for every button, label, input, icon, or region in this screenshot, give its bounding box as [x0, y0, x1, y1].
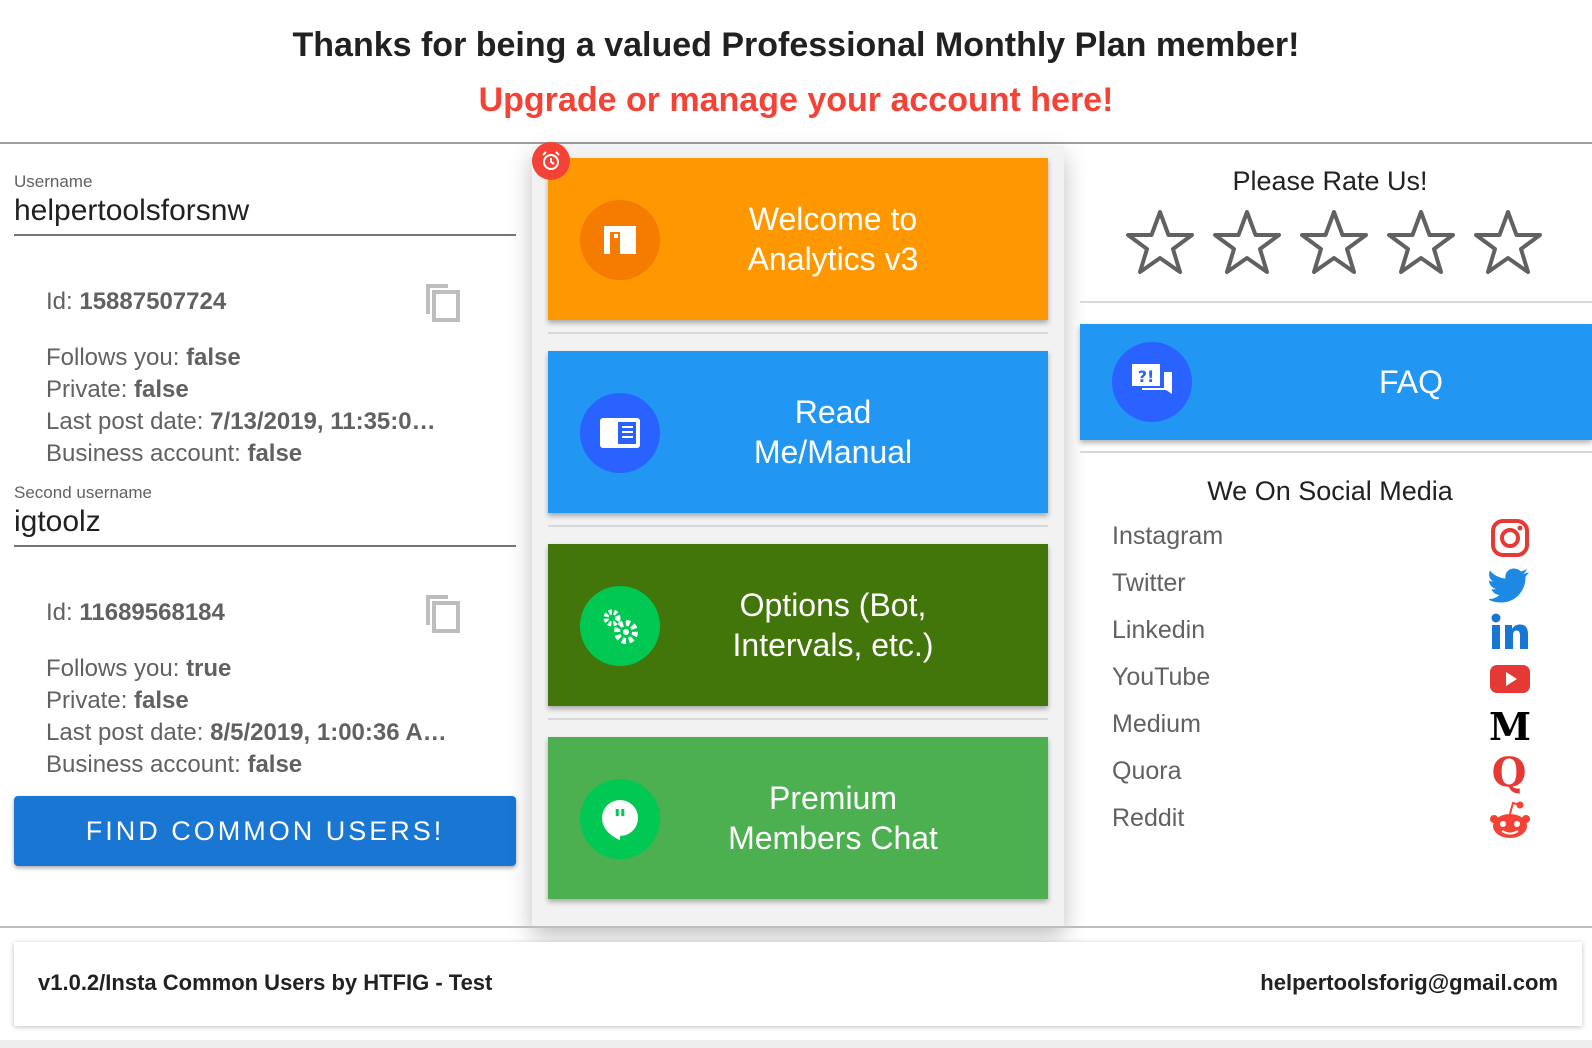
- svg-text:?!: ?!: [1138, 367, 1155, 386]
- user-info-2: Id: 11689568184 Follows you: true Privat…: [46, 599, 486, 783]
- medium-icon: M: [1488, 704, 1532, 748]
- manage-account-link[interactable]: Upgrade or manage your account here!: [0, 81, 1592, 120]
- social-name: Medium: [1112, 710, 1201, 738]
- svg-text:Q: Q: [1492, 752, 1527, 794]
- social-title: We On Social Media: [1207, 476, 1453, 506]
- private-line: Private: false: [46, 687, 189, 714]
- gears-icon: [580, 586, 660, 666]
- reddit-icon: [1488, 798, 1532, 842]
- star-icon[interactable]: [1472, 208, 1544, 278]
- center-panel: Welcome to Analytics v3 Read Me/Manual Opt…: [532, 142, 1064, 926]
- star-icon[interactable]: [1385, 208, 1457, 278]
- read-me-manual-tile[interactable]: Read Me/Manual: [548, 351, 1048, 513]
- social-link-twitter[interactable]: Twitter: [1112, 563, 1532, 607]
- youtube-icon: [1488, 657, 1532, 701]
- last-post-value: 8/5/2019, 1:00:36 A…: [210, 719, 447, 746]
- find-common-users-button[interactable]: FIND COMMON USERS!: [14, 796, 516, 866]
- social-name: Reddit: [1112, 804, 1185, 832]
- right-panel: Please Rate Us! ?! FAQ We On Social Medi…: [1064, 146, 1592, 926]
- divider: [0, 926, 1592, 928]
- second-username-label: Second username: [14, 483, 152, 502]
- username-field[interactable]: Username: [14, 172, 516, 236]
- follows-line: Follows you: false: [46, 344, 241, 371]
- footer: v1.0.2/Insta Common Users by HTFIG - Tes…: [14, 942, 1582, 1026]
- header: Thanks for being a valued Professional M…: [0, 4, 1592, 144]
- user-id: 11689568184: [79, 599, 225, 626]
- divider: [1080, 301, 1592, 303]
- star-icon[interactable]: [1211, 208, 1283, 278]
- business-value: false: [247, 440, 303, 467]
- manual-icon: [580, 393, 660, 473]
- private-value: false: [134, 376, 189, 403]
- copy-icon[interactable]: [422, 280, 462, 324]
- faq-button[interactable]: ?! FAQ: [1080, 324, 1592, 440]
- social-name: Twitter: [1112, 569, 1186, 597]
- rate-title: Please Rate Us!: [1232, 166, 1428, 196]
- tile-label: Read Me/Manual: [753, 394, 913, 470]
- twitter-icon: [1488, 563, 1532, 607]
- welcome-tile[interactable]: Welcome to Analytics v3: [548, 158, 1048, 320]
- private-line: Private: false: [46, 376, 189, 403]
- divider: [548, 525, 1048, 527]
- user-id: 15887507724: [79, 288, 227, 315]
- tile-label: Options (Bot, Intervals, etc.): [732, 587, 934, 663]
- social-link-linkedin[interactable]: Linkedin: [1112, 610, 1532, 654]
- last-post-line: Last post date: 7/13/2019, 11:35:0…: [46, 408, 436, 435]
- business-value: false: [247, 751, 303, 778]
- follows-value: true: [186, 655, 232, 682]
- follows-line: Follows you: true: [46, 655, 232, 682]
- options-tile[interactable]: Options (Bot, Intervals, etc.): [548, 544, 1048, 706]
- faq-icon: ?!: [1112, 342, 1192, 422]
- premium-chat-tile[interactable]: " Premium Members Chat: [548, 737, 1048, 899]
- page-title: Thanks for being a valued Professional M…: [292, 26, 1300, 64]
- username-input[interactable]: [14, 192, 516, 236]
- star-icon[interactable]: [1124, 208, 1196, 278]
- instagram-icon: [1488, 516, 1532, 560]
- star-icon[interactable]: [1298, 208, 1370, 278]
- divider: [548, 332, 1048, 334]
- business-line: Business account: false: [46, 440, 303, 467]
- last-post-value: 7/13/2019, 11:35:0…: [210, 408, 436, 435]
- tile-label: Welcome to Analytics v3: [747, 201, 919, 277]
- second-username-input[interactable]: [14, 503, 516, 547]
- divider: [548, 718, 1048, 720]
- social-name: YouTube: [1112, 663, 1211, 691]
- tile-label: Premium Members Chat: [728, 780, 938, 856]
- id-line: Id: 15887507724: [46, 288, 227, 315]
- quora-icon: Q: [1488, 751, 1532, 795]
- door-icon: [580, 200, 660, 280]
- linkedin-icon: [1488, 610, 1532, 654]
- divider: [1080, 451, 1592, 453]
- version-text: v1.0.2/Insta Common Users by HTFIG - Tes…: [38, 970, 493, 995]
- bottom-strip: [0, 1040, 1592, 1048]
- chat-icon: ": [580, 779, 660, 859]
- alarm-icon[interactable]: [532, 142, 570, 180]
- svg-text:M: M: [1489, 708, 1531, 744]
- contact-email[interactable]: helpertoolsforig@gmail.com: [1260, 970, 1558, 996]
- id-line: Id: 11689568184: [46, 599, 225, 626]
- social-link-quora[interactable]: Quora Q: [1112, 751, 1532, 795]
- social-link-medium[interactable]: Medium M: [1112, 704, 1532, 748]
- social-link-instagram[interactable]: Instagram: [1112, 516, 1532, 560]
- copy-icon[interactable]: [422, 591, 462, 635]
- follows-value: false: [186, 344, 241, 371]
- social-link-reddit[interactable]: Reddit: [1112, 798, 1532, 842]
- social-name: Quora: [1112, 757, 1182, 785]
- rating-stars: [1124, 208, 1544, 278]
- private-value: false: [134, 687, 189, 714]
- username-label: Username: [14, 172, 93, 191]
- svg-text:": ": [613, 805, 627, 835]
- last-post-line: Last post date: 8/5/2019, 1:00:36 A…: [46, 719, 447, 746]
- social-link-youtube[interactable]: YouTube: [1112, 657, 1532, 701]
- second-username-field[interactable]: Second username: [14, 483, 516, 547]
- user-info-1: Id: 15887507724 Follows you: false Priva…: [46, 288, 486, 472]
- left-panel: Username Id: 15887507724 Follows you: fa…: [0, 146, 530, 926]
- social-name: Linkedin: [1112, 616, 1206, 644]
- faq-label: FAQ: [1378, 363, 1443, 400]
- business-line: Business account: false: [46, 751, 303, 778]
- social-name: Instagram: [1112, 522, 1224, 550]
